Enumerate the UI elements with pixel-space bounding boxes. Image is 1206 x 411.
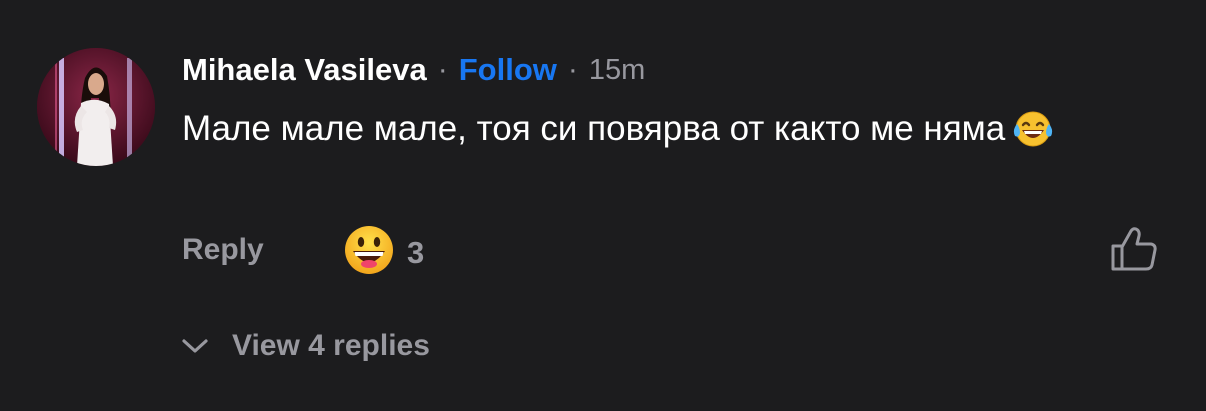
author-name[interactable]: Mihaela Vasileva xyxy=(182,52,427,88)
reply-button[interactable]: Reply xyxy=(182,228,264,272)
comment-header: Mihaela Vasileva · Follow · 15m xyxy=(182,48,645,92)
follow-button[interactable]: Follow xyxy=(459,52,557,88)
tears-of-joy-emoji-icon xyxy=(1011,108,1055,165)
view-replies-label: View 4 replies xyxy=(232,329,430,362)
reaction-summary[interactable]: 3 xyxy=(343,224,424,281)
timestamp: 15m xyxy=(588,53,646,86)
avatar-image xyxy=(37,48,155,166)
grinning-face-emoji-icon xyxy=(343,224,395,281)
like-button[interactable] xyxy=(1110,226,1158,272)
separator-dot: · xyxy=(567,53,578,86)
reaction-count: 3 xyxy=(407,234,425,270)
view-replies-button[interactable]: View 4 replies xyxy=(180,324,430,368)
thumbs-up-icon xyxy=(1111,227,1157,271)
chevron-down-icon xyxy=(182,339,208,353)
separator-dot: · xyxy=(437,53,448,86)
comment-body: Мале мале мале, тоя си повярва от както … xyxy=(182,100,1172,165)
avatar[interactable] xyxy=(37,48,155,166)
comment: Mihaela Vasileva · Follow · 15m Мале мал… xyxy=(0,0,1206,411)
comment-text: Мале мале мале, тоя си повярва от както … xyxy=(182,109,1006,148)
